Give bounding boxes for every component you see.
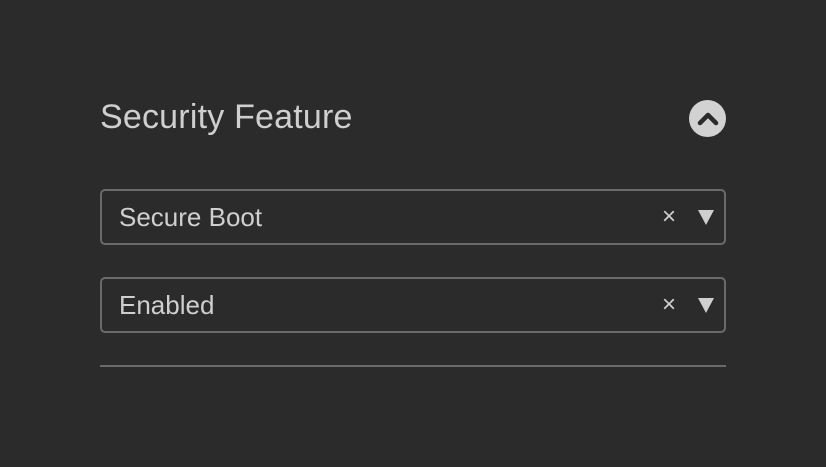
- clear-feature-icon[interactable]: ×: [662, 191, 676, 243]
- security-feature-panel: Security Feature Secure Boot × Enabled ×: [100, 90, 726, 367]
- security-feature-select[interactable]: Secure Boot ×: [100, 189, 726, 245]
- section-divider: [100, 365, 726, 367]
- dropdown-arrow-icon[interactable]: [698, 298, 714, 313]
- clear-state-icon[interactable]: ×: [662, 279, 676, 331]
- feature-state-value: Enabled: [119, 290, 215, 320]
- chevron-up-icon: [697, 112, 718, 125]
- dropdown-arrow-icon[interactable]: [698, 210, 714, 225]
- feature-state-select[interactable]: Enabled ×: [100, 277, 726, 333]
- security-feature-value: Secure Boot: [119, 202, 263, 232]
- section-header: Security Feature: [100, 90, 726, 148]
- collapse-button[interactable]: [689, 100, 726, 137]
- section-title: Security Feature: [100, 98, 353, 136]
